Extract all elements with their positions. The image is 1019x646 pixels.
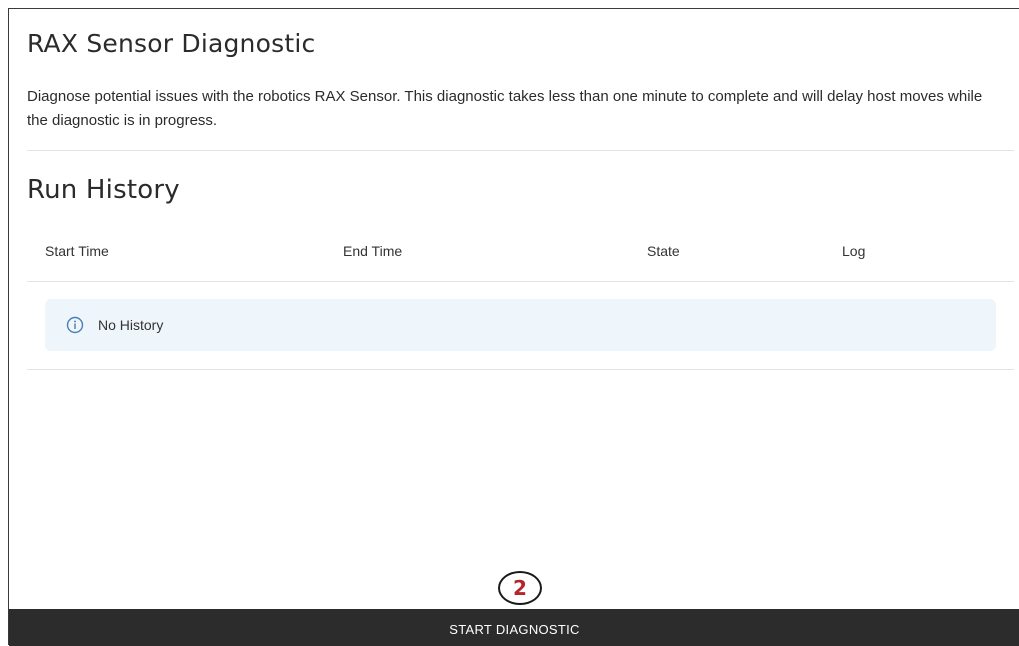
no-history-message: No History — [98, 317, 164, 333]
section-divider — [27, 150, 1014, 151]
column-header-start-time: Start Time — [45, 243, 109, 259]
start-diagnostic-button[interactable]: START DIAGNOSTIC — [9, 609, 1019, 646]
start-diagnostic-label: START DIAGNOSTIC — [449, 622, 580, 637]
step-number: 2 — [513, 576, 527, 600]
column-header-state: State — [647, 243, 680, 259]
table-bottom-divider — [27, 369, 1014, 370]
page-title: RAX Sensor Diagnostic — [27, 29, 316, 58]
column-header-end-time: End Time — [343, 243, 403, 259]
no-history-alert: No History — [45, 299, 996, 351]
info-icon — [66, 316, 84, 334]
diagnostic-panel: RAX Sensor Diagnostic Diagnose potential… — [8, 8, 1019, 646]
step-number-callout: 2 — [498, 571, 542, 605]
table-header-divider — [27, 281, 1014, 282]
page-description: Diagnose potential issues with the robot… — [27, 88, 983, 129]
column-header-log: Log — [842, 243, 866, 259]
run-history-heading: Run History — [27, 175, 180, 205]
